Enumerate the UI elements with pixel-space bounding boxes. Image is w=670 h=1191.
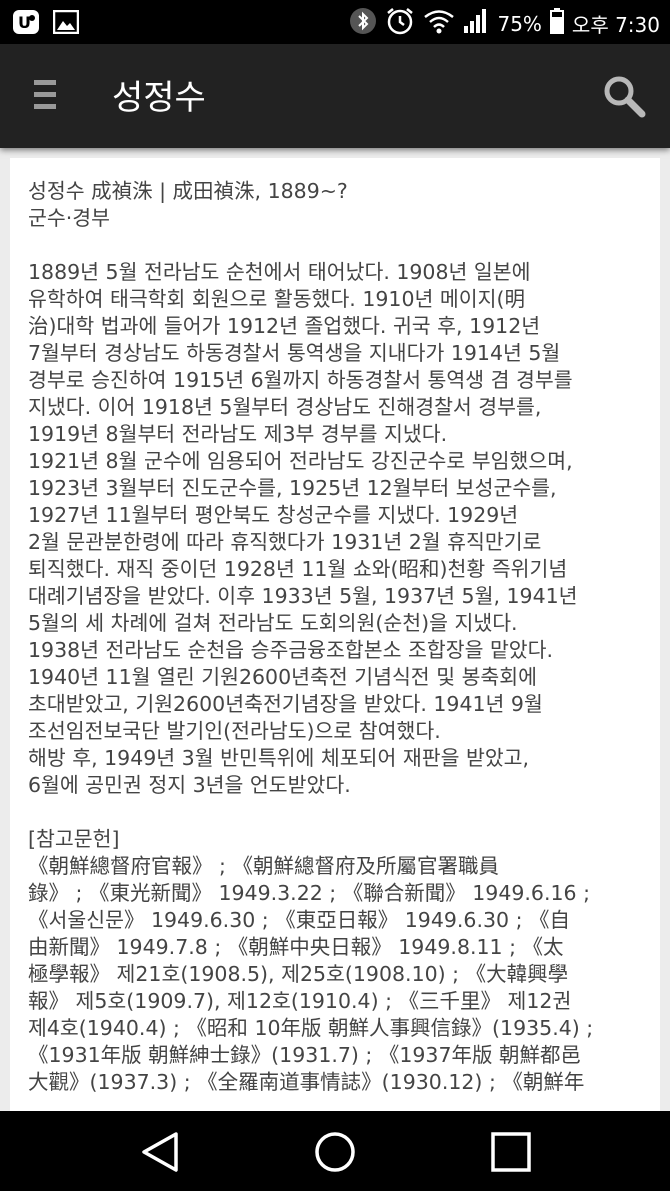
alarm-icon <box>385 6 415 41</box>
reference-line: 大觀》(1937.3) ; 《全羅南道事情誌》(1930.12) ; 《朝鮮年 <box>28 1070 585 1094</box>
article-body-line: 대례기념장을 받았다. 이후 1933년 5월, 1937년 5월, 1941년 <box>28 584 578 608</box>
u-plus-icon: U <box>12 8 40 36</box>
article-body-line: 유학하여 태극학회 회원으로 활동했다. 1910년 메이지(明 <box>28 287 525 311</box>
battery-icon <box>549 8 564 39</box>
references-heading: [참고문헌] <box>28 827 120 851</box>
clock: 오후 7:30 <box>571 13 660 37</box>
reference-line: 極學報》 제21호(1908.5), 제25호(1908.10) ; 《大韓興學 <box>28 962 569 986</box>
bluetooth-icon <box>349 7 377 40</box>
page-title: 성정수 <box>112 78 206 118</box>
article-body-line: 1927년 11월부터 평안북도 창성군수를 지냈다. 1929년 <box>28 503 519 527</box>
search-icon[interactable] <box>602 74 646 118</box>
article-body-line: 6월에 공민권 정지 3년을 언도받았다. <box>28 773 351 797</box>
home-icon[interactable] <box>312 1129 358 1175</box>
article-body-line: 1923년 3월부터 진도군수를, 1925년 12월부터 보성군수를, <box>28 476 557 500</box>
reference-line: 由新聞》 1949.7.8 ; 《朝鮮中央日報》 1949.8.11 ; 《太 <box>28 935 564 959</box>
menu-icon[interactable] <box>30 80 60 114</box>
reference-line: 제4호(1940.4) ; 《昭和 10年版 朝鮮人事興信錄》(1935.4) … <box>28 1016 594 1040</box>
svg-text:U: U <box>18 13 31 32</box>
signal-icon <box>463 8 489 39</box>
article-body-line: 1919년 8월부터 전라남도 제3부 경부를 지냈다. <box>28 422 448 446</box>
back-icon[interactable] <box>138 1129 184 1175</box>
navigation-bar <box>0 1111 670 1191</box>
article-body-line: 초대받았고, 기원2600년축전기념장을 받았다. 1941년 9월 <box>28 692 543 716</box>
article-content: 성정수 成禎洙 | 成田禎洙, 1889~? 군수·경부 1889년 5월 전라… <box>28 178 648 1096</box>
reference-line: 《1931年版 朝鮮紳士錄》(1931.7) ; 《1937年版 朝鮮都邑 <box>28 1043 582 1067</box>
reference-line: 報》 제5호(1909.7), 제12호(1910.4) ; 《三千里》 제12… <box>28 989 572 1013</box>
article-header-line: 성정수 成禎洙 | 成田禎洙, 1889~? <box>28 179 348 203</box>
article-body-line: 1921년 8월 군수에 임용되어 전라남도 강진군수로 부임했으며, <box>28 449 573 473</box>
article-body-line: 지냈다. 이어 1918년 5월부터 경상남도 진해경찰서 경부를, <box>28 395 542 419</box>
article-body-line: 治)대학 법과에 들어가 1912년 졸업했다. 귀국 후, 1912년 <box>28 314 541 338</box>
article-header-line: 군수·경부 <box>28 206 110 230</box>
article-body-line: 해방 후, 1949년 3월 반민특위에 체포되어 재판을 받았고, <box>28 746 530 770</box>
battery-percent: 75% <box>497 11 542 36</box>
app-bar: 성정수 <box>0 44 670 148</box>
article-card: 성정수 成禎洙 | 成田禎洙, 1889~? 군수·경부 1889년 5월 전라… <box>10 158 660 1118</box>
recents-icon[interactable] <box>488 1129 534 1175</box>
reference-line: 《朝鮮總督府官報》 ; 《朝鮮總督府及所屬官署職員 <box>28 854 499 878</box>
wifi-icon <box>423 8 455 39</box>
article-body-line: 1938년 전라남도 순천읍 승주금융조합본소 조합장을 맡았다. <box>28 638 554 662</box>
article-body-line: 퇴직했다. 재직 중이던 1928년 11월 쇼와(昭和)천황 즉위기념 <box>28 557 568 581</box>
reference-line: 《서울신문》 1949.6.30 ; 《東亞日報》 1949.6.30 ; 《自 <box>28 908 571 932</box>
article-body-line: 7월부터 경상남도 하동경찰서 통역생을 지내다가 1914년 5월 <box>28 341 561 365</box>
article-body-line: 1889년 5월 전라남도 순천에서 태어났다. 1908년 일본에 <box>28 260 531 284</box>
reference-line: 錄》 ; 《東光新聞》 1949.3.22 ; 《聯合新聞》 1949.6.16… <box>28 881 590 905</box>
article-body-line: 경부로 승진하여 1915년 6월까지 하동경찰서 통역생 겸 경부를 <box>28 368 573 392</box>
article-body-line: 5월의 세 차례에 걸쳐 전라남도 도회의원(순천)을 지냈다. <box>28 611 518 635</box>
image-icon <box>52 8 80 36</box>
status-bar: U 75% 오후 7:30 <box>0 0 670 44</box>
article-body-line: 2월 문관분한령에 따라 휴직했다가 1931년 2월 휴직만기로 <box>28 530 542 554</box>
article-body-line: 1940년 11월 열린 기원2600년축전 기념식전 및 봉축회에 <box>28 665 538 689</box>
article-body-line: 조선임전보국단 발기인(전라남도)으로 참여했다. <box>28 719 441 743</box>
